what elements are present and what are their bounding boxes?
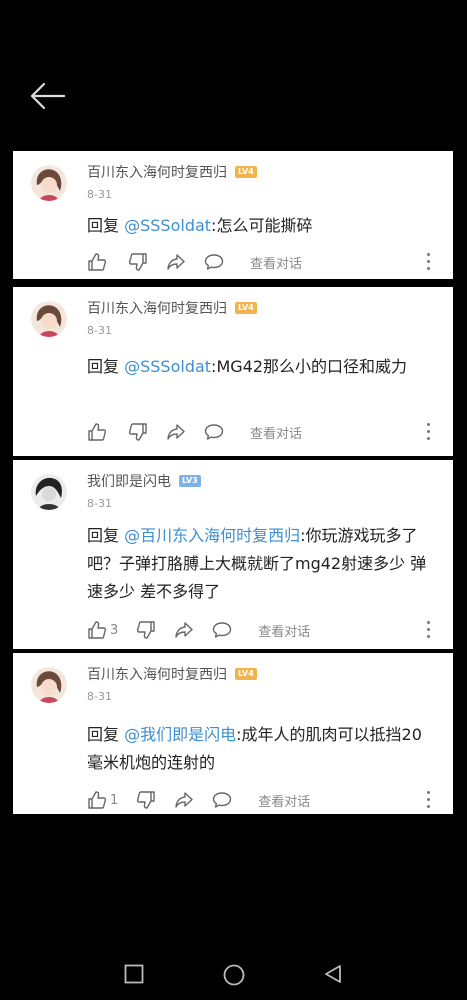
comment-bubble-icon	[204, 254, 224, 270]
action-bar: 查看对话	[87, 420, 453, 444]
comment-card: 百川东入海何时复西归 LV4 8-31 回复 @我们即是闪电:成年人的肌肉可以抵…	[13, 653, 453, 814]
share-icon	[175, 622, 193, 638]
reply-button[interactable]	[204, 252, 224, 272]
share-button[interactable]	[174, 620, 194, 640]
thumbs-down-icon	[137, 791, 155, 809]
username[interactable]: 我们即是闪电 LV3	[87, 471, 201, 491]
avatar[interactable]	[31, 165, 67, 201]
comment-date: 8-31	[87, 324, 112, 337]
username-text[interactable]: 百川东入海何时复西归	[87, 298, 227, 318]
share-button[interactable]	[166, 252, 186, 272]
comment-text: 回复 @SSSoldat:MG42那么小的口径和威力	[87, 353, 437, 381]
dislike-button[interactable]	[128, 252, 148, 272]
reply-prefix: 回复	[87, 526, 120, 545]
avatar[interactable]	[31, 474, 67, 510]
action-bar: 1 查看对话	[87, 788, 453, 812]
thumbs-down-icon	[128, 423, 147, 441]
username-text[interactable]: 我们即是闪电	[87, 471, 171, 491]
thumbs-down-icon	[137, 621, 155, 639]
system-navigation-bar	[0, 955, 467, 995]
like-count: 3	[110, 622, 119, 638]
comment-bubble-icon	[204, 424, 224, 440]
mention-link[interactable]: @百川东入海何时复西归	[124, 526, 300, 545]
level-badge: LV3	[179, 475, 201, 487]
username[interactable]: 百川东入海何时复西归 LV4	[87, 162, 257, 182]
more-options-icon[interactable]	[427, 621, 431, 639]
level-badge: LV4	[235, 302, 257, 314]
like-button[interactable]	[87, 422, 110, 442]
comment-body: :怎么可能撕碎	[211, 216, 313, 235]
more-options-icon[interactable]	[427, 423, 431, 441]
reply-button[interactable]	[212, 790, 232, 810]
reply-prefix: 回复	[87, 216, 120, 235]
more-options-icon[interactable]	[427, 791, 431, 809]
more-options-icon[interactable]	[427, 253, 431, 271]
dislike-button[interactable]	[136, 790, 156, 810]
comment-date: 8-31	[87, 497, 112, 510]
dislike-button[interactable]	[128, 422, 148, 442]
username[interactable]: 百川东入海何时复西归 LV4	[87, 664, 257, 684]
thumbs-up-icon	[88, 621, 107, 639]
reply-button[interactable]	[212, 620, 232, 640]
thumbs-down-icon	[128, 253, 147, 271]
reply-prefix: 回复	[87, 725, 120, 744]
action-bar: 3 查看对话	[87, 618, 453, 642]
thumbs-up-icon	[88, 253, 107, 271]
share-button[interactable]	[174, 790, 194, 810]
mention-link[interactable]: @SSSoldat	[124, 357, 211, 376]
share-icon	[175, 792, 193, 808]
view-conversation-link[interactable]: 查看对话	[250, 423, 302, 442]
comment-text: 回复 @百川东入海何时复西归:你玩游戏玩多了吧？子弹打胳膊上大概就断了mg42射…	[87, 522, 437, 606]
view-conversation-link[interactable]: 查看对话	[258, 791, 310, 810]
like-count: 1	[110, 792, 119, 808]
view-conversation-link[interactable]: 查看对话	[258, 621, 310, 640]
dislike-button[interactable]	[136, 620, 156, 640]
share-button[interactable]	[166, 422, 186, 442]
thumbs-up-icon	[88, 791, 107, 809]
level-badge: LV4	[235, 166, 257, 178]
comment-date: 8-31	[87, 690, 112, 703]
comment-card: 我们即是闪电 LV3 8-31 回复 @百川东入海何时复西归:你玩游戏玩多了吧？…	[13, 460, 453, 649]
recent-apps-icon[interactable]	[123, 963, 145, 989]
mention-link[interactable]: @我们即是闪电	[124, 725, 236, 744]
comment-bubble-icon	[213, 792, 232, 808]
level-badge: LV4	[235, 668, 257, 680]
action-bar: 查看对话	[87, 250, 453, 274]
like-button[interactable]: 1	[87, 790, 118, 810]
home-icon[interactable]	[222, 963, 246, 991]
share-icon	[167, 254, 185, 270]
comment-card: 百川东入海何时复西归 LV4 8-31 回复 @SSSoldat:MG42那么小…	[13, 287, 453, 456]
mention-link[interactable]: @SSSoldat	[124, 216, 211, 235]
back-triangle-icon[interactable]	[322, 963, 344, 989]
reply-prefix: 回复	[87, 357, 120, 376]
username[interactable]: 百川东入海何时复西归 LV4	[87, 298, 257, 318]
comment-body: :MG42那么小的口径和威力	[211, 357, 408, 376]
thumbs-up-icon	[88, 423, 107, 441]
view-conversation-link[interactable]: 查看对话	[250, 253, 302, 272]
comment-card: 百川东入海何时复西归 LV4 8-31 回复 @SSSoldat:怎么可能撕碎 …	[13, 151, 453, 279]
like-button[interactable]: 3	[87, 620, 118, 640]
avatar[interactable]	[31, 301, 67, 337]
comment-date: 8-31	[87, 188, 112, 201]
like-button[interactable]	[87, 252, 110, 272]
back-arrow-icon[interactable]	[28, 80, 68, 112]
username-text[interactable]: 百川东入海何时复西归	[87, 664, 227, 684]
comment-text: 回复 @SSSoldat:怎么可能撕碎	[87, 212, 437, 240]
share-icon	[167, 424, 185, 440]
username-text[interactable]: 百川东入海何时复西归	[87, 162, 227, 182]
reply-button[interactable]	[204, 422, 224, 442]
comment-bubble-icon	[213, 622, 232, 638]
avatar[interactable]	[31, 667, 67, 703]
comment-text: 回复 @我们即是闪电:成年人的肌肉可以抵挡20毫米机炮的连射的	[87, 721, 437, 777]
